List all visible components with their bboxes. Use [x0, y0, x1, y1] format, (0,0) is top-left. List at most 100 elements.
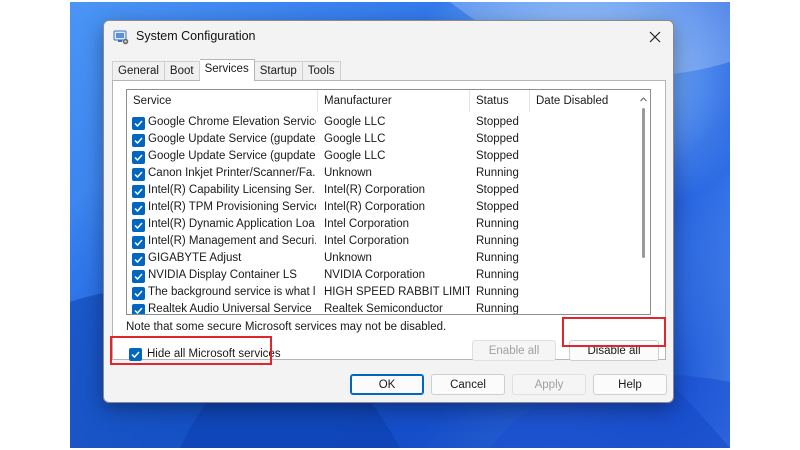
- status-cell: Stopped: [476, 150, 519, 162]
- help-button[interactable]: Help: [593, 374, 667, 395]
- status-cell: Running: [476, 235, 519, 247]
- status-cell: Running: [476, 252, 519, 264]
- manufacturer-cell: NVIDIA Corporation: [324, 269, 425, 281]
- manufacturer-cell: Unknown: [324, 252, 372, 264]
- checkmark-icon: [134, 273, 143, 281]
- service-name-cell: Intel(R) Management and Securi...: [148, 235, 316, 247]
- service-name-cell: Google Chrome Elevation Service...: [148, 116, 316, 128]
- service-name-cell: NVIDIA Display Container LS: [148, 269, 297, 281]
- status-cell: Stopped: [476, 133, 519, 145]
- services-list[interactable]: Service Manufacturer Status Date Disable…: [126, 89, 651, 315]
- cancel-button[interactable]: Cancel: [431, 374, 505, 395]
- status-cell: Stopped: [476, 184, 519, 196]
- status-cell: Running: [476, 286, 519, 298]
- tab-strip: General Boot Services Startup Tools: [112, 59, 341, 81]
- service-name-cell: Google Update Service (gupdatem): [148, 150, 316, 162]
- service-checkbox[interactable]: [132, 270, 145, 283]
- service-checkbox[interactable]: [132, 202, 145, 215]
- manufacturer-cell: Google LLC: [324, 116, 386, 128]
- column-header-manufacturer[interactable]: Manufacturer: [318, 90, 470, 112]
- manufacturer-cell: Intel Corporation: [324, 218, 410, 230]
- apply-button[interactable]: Apply: [512, 374, 586, 395]
- service-checkbox[interactable]: [132, 253, 145, 266]
- service-row[interactable]: Google Chrome Elevation Service... Google…: [127, 115, 637, 132]
- checkmark-icon: [134, 137, 143, 145]
- status-cell: Running: [476, 167, 519, 179]
- service-row[interactable]: Realtek Audio Universal Service Realtek S…: [127, 302, 637, 315]
- manufacturer-cell: Google LLC: [324, 150, 386, 162]
- column-header-service[interactable]: Service: [127, 90, 318, 112]
- checkmark-icon: [134, 188, 143, 196]
- service-checkbox[interactable]: [132, 151, 145, 164]
- tab-services[interactable]: Services: [199, 59, 255, 81]
- service-name-cell: Google Update Service (gupdate): [148, 133, 316, 145]
- service-checkbox[interactable]: [132, 236, 145, 249]
- vertical-scrollbar-thumb[interactable]: [642, 108, 645, 258]
- manufacturer-cell: Realtek Semiconductor: [324, 303, 443, 315]
- close-icon: [649, 31, 661, 43]
- service-checkbox[interactable]: [132, 134, 145, 147]
- manufacturer-cell: Intel Corporation: [324, 235, 410, 247]
- service-row[interactable]: GIGABYTE Adjust Unknown Running: [127, 251, 637, 268]
- service-name-cell: Intel(R) TPM Provisioning Service: [148, 201, 316, 213]
- service-checkbox[interactable]: [132, 219, 145, 232]
- status-cell: Running: [476, 303, 519, 315]
- scroll-up-arrow-icon[interactable]: [640, 94, 647, 102]
- close-button[interactable]: [643, 25, 667, 49]
- hide-microsoft-services-highlight-box: [110, 336, 272, 365]
- checkmark-icon: [134, 290, 143, 298]
- checkmark-icon: [134, 171, 143, 179]
- status-cell: Running: [476, 269, 519, 281]
- tab-boot[interactable]: Boot: [164, 61, 200, 81]
- manufacturer-cell: Intel(R) Corporation: [324, 201, 425, 213]
- secure-services-note: Note that some secure Microsoft services…: [126, 321, 447, 333]
- service-name-cell: Canon Inkjet Printer/Scanner/Fa...: [148, 167, 316, 179]
- manufacturer-cell: HIGH SPEED RABBIT LIMIT...: [324, 286, 470, 298]
- manufacturer-cell: Google LLC: [324, 133, 386, 145]
- tab-tools[interactable]: Tools: [302, 61, 341, 81]
- service-checkbox[interactable]: [132, 287, 145, 300]
- checkmark-icon: [134, 205, 143, 213]
- service-name-cell: GIGABYTE Adjust: [148, 252, 242, 264]
- column-header-status[interactable]: Status: [470, 90, 530, 112]
- service-row[interactable]: Intel(R) Management and Securi... Intel C…: [127, 234, 637, 251]
- column-header-date-disabled[interactable]: Date Disabled: [530, 90, 630, 112]
- service-name-cell: The background service is what l...: [148, 286, 316, 298]
- window-title: System Configuration: [136, 29, 256, 43]
- status-cell: Stopped: [476, 116, 519, 128]
- service-checkbox[interactable]: [132, 117, 145, 130]
- tab-general[interactable]: General: [112, 61, 165, 81]
- checkmark-icon: [134, 239, 143, 247]
- service-row[interactable]: Google Update Service (gupdate) Google LL…: [127, 132, 637, 149]
- service-row[interactable]: Canon Inkjet Printer/Scanner/Fa... Unknow…: [127, 166, 637, 183]
- title-bar[interactable]: System Configuration: [104, 21, 673, 53]
- status-cell: Running: [476, 218, 519, 230]
- service-row[interactable]: Google Update Service (gupdatem) Google L…: [127, 149, 637, 166]
- disable-all-highlight-box: [562, 317, 666, 347]
- list-header: Service Manufacturer Status Date Disable…: [127, 90, 637, 112]
- checkmark-icon: [134, 307, 143, 314]
- ok-button[interactable]: OK: [350, 374, 424, 395]
- list-rows: Google Chrome Elevation Service... Google…: [127, 115, 637, 315]
- service-row[interactable]: NVIDIA Display Container LS NVIDIA Corpor…: [127, 268, 637, 285]
- service-row[interactable]: Intel(R) Dynamic Application Loa... Intel…: [127, 217, 637, 234]
- manufacturer-cell: Unknown: [324, 167, 372, 179]
- service-row[interactable]: Intel(R) Capability Licensing Ser... Inte…: [127, 183, 637, 200]
- enable-all-button[interactable]: Enable all: [472, 340, 556, 361]
- checkmark-icon: [134, 154, 143, 162]
- manufacturer-cell: Intel(R) Corporation: [324, 184, 425, 196]
- checkmark-icon: [134, 222, 143, 230]
- service-name-cell: Intel(R) Dynamic Application Loa...: [148, 218, 316, 230]
- service-checkbox[interactable]: [132, 168, 145, 181]
- service-row[interactable]: Intel(R) TPM Provisioning Service Intel(R…: [127, 200, 637, 217]
- tab-startup[interactable]: Startup: [254, 61, 303, 81]
- checkmark-icon: [134, 120, 143, 128]
- status-cell: Stopped: [476, 201, 519, 213]
- msconfig-icon: [113, 29, 129, 45]
- service-checkbox[interactable]: [132, 304, 145, 314]
- service-row[interactable]: The background service is what l... HIGH …: [127, 285, 637, 302]
- service-name-cell: Intel(R) Capability Licensing Ser...: [148, 184, 316, 196]
- checkmark-icon: [134, 256, 143, 264]
- service-checkbox[interactable]: [132, 185, 145, 198]
- service-name-cell: Realtek Audio Universal Service: [148, 303, 312, 315]
